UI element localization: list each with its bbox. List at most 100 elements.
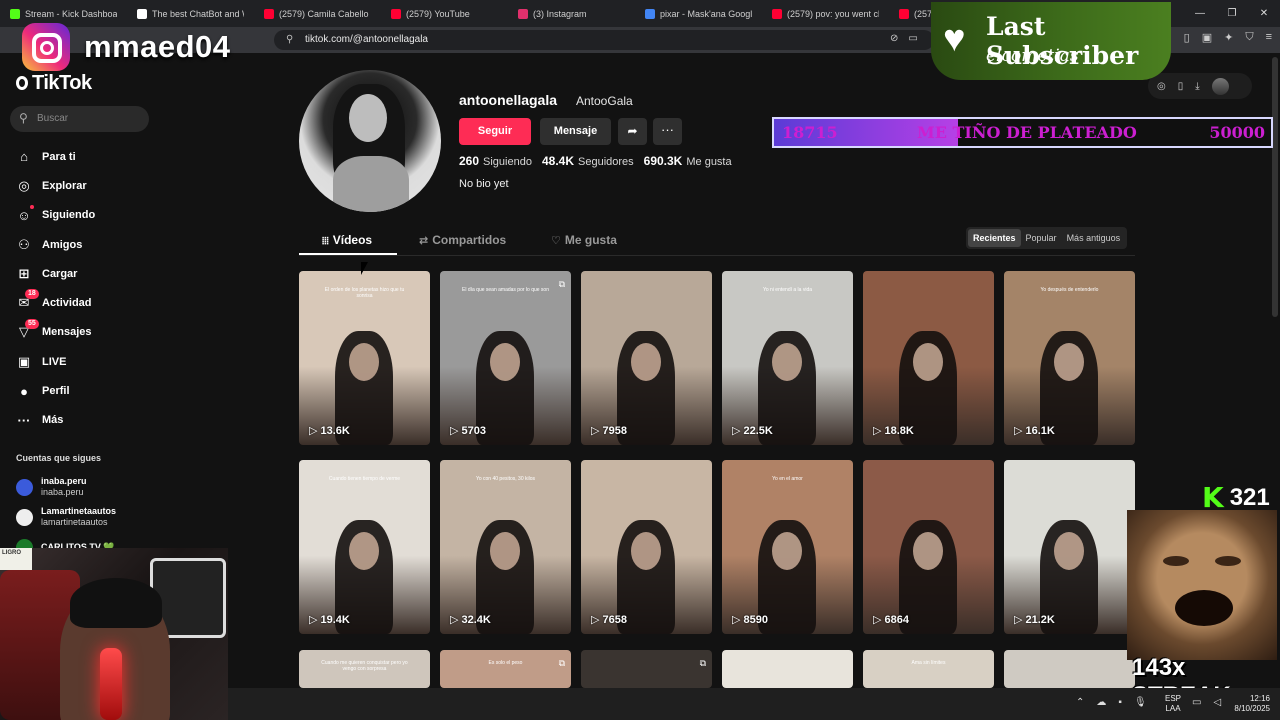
cast-icon[interactable]: ▭: [908, 33, 917, 44]
share-icon[interactable]: ➦: [618, 118, 647, 145]
video-thumbnail[interactable]: ▷ 7958: [581, 271, 712, 445]
video-thumbnail[interactable]: Yo con 40 pesitos, 30 kilos ▷ 32.4K: [440, 460, 571, 634]
download-icon[interactable]: ⤓: [1195, 81, 1199, 92]
app-tray-icon[interactable]: ▪: [1118, 697, 1122, 708]
video-thumbnail[interactable]: ⧉: [581, 650, 712, 688]
follow-button[interactable]: Seguir: [459, 118, 531, 145]
tab-liked[interactable]: ♡ Me gusta: [551, 233, 617, 255]
tiktok-logo[interactable]: TikTok: [16, 72, 92, 95]
video-thumbnail[interactable]: ▷ 6864: [863, 460, 994, 634]
video-thumbnail[interactable]: Es solo el peso ⧉: [440, 650, 571, 688]
goal-progress-bar: 18715 ME TIÑO DE PLATEADO 50000: [772, 117, 1273, 148]
tab-favicon-icon: [10, 8, 20, 19]
play-icon: ▷: [873, 425, 885, 437]
sort-recent[interactable]: Recientes: [968, 229, 1021, 247]
following-handle: inaba.peru: [41, 487, 84, 497]
video-thumbnail[interactable]: [722, 650, 853, 688]
sidebar-icon[interactable]: ▯: [1184, 31, 1190, 44]
following-label: Siguiendo: [483, 156, 532, 168]
sort-popular[interactable]: Popular: [1021, 229, 1062, 247]
followers-stat[interactable]: 48.4K Seguidores: [542, 154, 634, 168]
site-info-icon[interactable]: ⚲: [286, 34, 293, 45]
explore-icon: ◎: [18, 177, 30, 193]
message-button[interactable]: Mensaje: [540, 118, 611, 145]
browser-tab[interactable]: (2579) Camila Cabello - Ha: [254, 0, 381, 27]
tab-reposts[interactable]: ⇄ Compartidos: [419, 233, 506, 255]
shield-icon[interactable]: ⛉: [1245, 31, 1253, 44]
clock-date: 8/10/2025: [1234, 704, 1270, 713]
likes-stat: 690.3K Me gusta: [644, 154, 732, 168]
volume-icon[interactable]: ◁: [1213, 697, 1221, 708]
sidebar-item-7[interactable]: ▣ LIVE: [16, 347, 216, 376]
video-thumbnail[interactable]: ▷ 21.2K: [1004, 460, 1135, 634]
url-text[interactable]: tiktok.com/@antoonellagala: [305, 34, 428, 45]
video-subject-face: [1054, 532, 1084, 570]
close-window-button[interactable]: ✕: [1248, 0, 1280, 27]
coins-icon[interactable]: ◎: [1157, 81, 1166, 92]
play-icon: ▷: [309, 614, 321, 626]
user-avatar[interactable]: [1211, 77, 1229, 95]
network-icon[interactable]: ▭: [1192, 697, 1201, 708]
sidebar-item-2[interactable]: ☺ Siguiendo: [16, 201, 216, 230]
following-account[interactable]: Lamartinetaautos lamartinetaautos: [16, 504, 116, 530]
video-thumbnail[interactable]: Cuando tienen tiempo de verme ▷ 19.4K: [299, 460, 430, 634]
maximize-button[interactable]: ❐: [1216, 0, 1248, 27]
video-thumbnail[interactable]: Yo en el amor ▷ 8590: [722, 460, 853, 634]
taskbar-clock[interactable]: 12:16 8/10/2025: [1226, 694, 1270, 714]
following-account[interactable]: inaba.peru inaba.peru: [16, 474, 87, 500]
video-thumbnail[interactable]: El orden de los planetas hizo que tu son…: [299, 271, 430, 445]
minimize-button[interactable]: —: [1184, 0, 1216, 27]
video-thumbnail[interactable]: Cuando me quieren conquistar pero yo ven…: [299, 650, 430, 688]
profile-avatar[interactable]: [299, 70, 441, 212]
address-bar-actions: ⊘ ▭: [890, 33, 918, 44]
video-thumbnail[interactable]: ▷ 18.8K: [863, 271, 994, 445]
video-thumbnail[interactable]: ▷ 7658: [581, 460, 712, 634]
system-icons: ▭ ◁: [1192, 697, 1221, 708]
browser-tab[interactable]: (2579) pov: you went club: [762, 0, 889, 27]
browser-tab[interactable]: (3) Instagram: [508, 0, 635, 27]
sidebar-item-9[interactable]: ··· Más: [16, 406, 216, 435]
browser-tab[interactable]: (2579) YouTube: [381, 0, 508, 27]
tab-videos[interactable]: ⦙⦙⦙ Vídeos: [322, 233, 372, 255]
heart-icon: ♥: [943, 18, 966, 60]
clock-time: 12:16: [1249, 694, 1270, 703]
video-subject-face: [631, 532, 661, 570]
cloud-icon[interactable]: ☁: [1096, 697, 1106, 708]
video-thumbnail[interactable]: El día que sean amadas por lo que son ⧉ ▷ …: [440, 271, 571, 445]
video-thumbnail[interactable]: Yo después de entenderlo ▷ 16.1K: [1004, 271, 1135, 445]
view-count-value: 13.6K: [320, 425, 350, 437]
chevron-up-icon[interactable]: ⌃: [1076, 697, 1084, 708]
search-input[interactable]: ⚲ Buscar: [10, 106, 149, 132]
sidebar-item-8[interactable]: ● Perfil: [16, 376, 216, 405]
device-icon[interactable]: ▯: [1178, 81, 1184, 92]
language-indicator[interactable]: ESP LAA: [1165, 694, 1181, 714]
last-subscriber-name: elcometias: [986, 46, 1079, 66]
following-stat[interactable]: 260 Siguiendo: [459, 154, 532, 168]
sidebar-item-4[interactable]: ⊞ Cargar: [16, 259, 216, 288]
wallet-icon[interactable]: ▣: [1202, 31, 1212, 44]
eye-off-icon[interactable]: ⊘: [890, 33, 898, 44]
sidebar-item-5[interactable]: ✉ Actividad 18: [16, 288, 216, 317]
video-thumbnail[interactable]: Ama sin límites: [863, 650, 994, 688]
menu-icon[interactable]: ≡: [1266, 31, 1272, 44]
view-count-value: 21.2K: [1025, 614, 1055, 626]
sidebar-item-3[interactable]: ⚇ Amigos: [16, 230, 216, 259]
browser-tab[interactable]: pixar - Mask'ana Google: [635, 0, 762, 27]
play-icon: ▷: [450, 425, 462, 437]
mic-icon[interactable]: 🎙: [1134, 697, 1147, 708]
ai-icon[interactable]: ✦: [1224, 31, 1233, 44]
page-scrollbar[interactable]: [1272, 57, 1278, 317]
avatar: [16, 478, 33, 496]
following-accounts-title: Cuentas que sigues: [16, 453, 102, 463]
more-options-icon[interactable]: ···: [653, 118, 682, 145]
sort-oldest[interactable]: Más antiguos: [1062, 229, 1126, 247]
sidebar-item-1[interactable]: ◎ Explorar: [16, 171, 216, 200]
sidebar-item-6[interactable]: ▽ Mensajes 55: [16, 318, 216, 347]
webcam-feed: LIGRO: [0, 548, 228, 720]
video-subject-face: [1054, 343, 1084, 381]
video-thumbnail[interactable]: [1004, 650, 1135, 688]
video-thumbnail[interactable]: Yo ni entendí a la vida ▷ 22.5K: [722, 271, 853, 445]
sidebar-item-0[interactable]: ⌂ Para ti: [16, 142, 216, 171]
friends-icon: ⚇: [18, 236, 30, 252]
play-icon: ▷: [309, 425, 321, 437]
